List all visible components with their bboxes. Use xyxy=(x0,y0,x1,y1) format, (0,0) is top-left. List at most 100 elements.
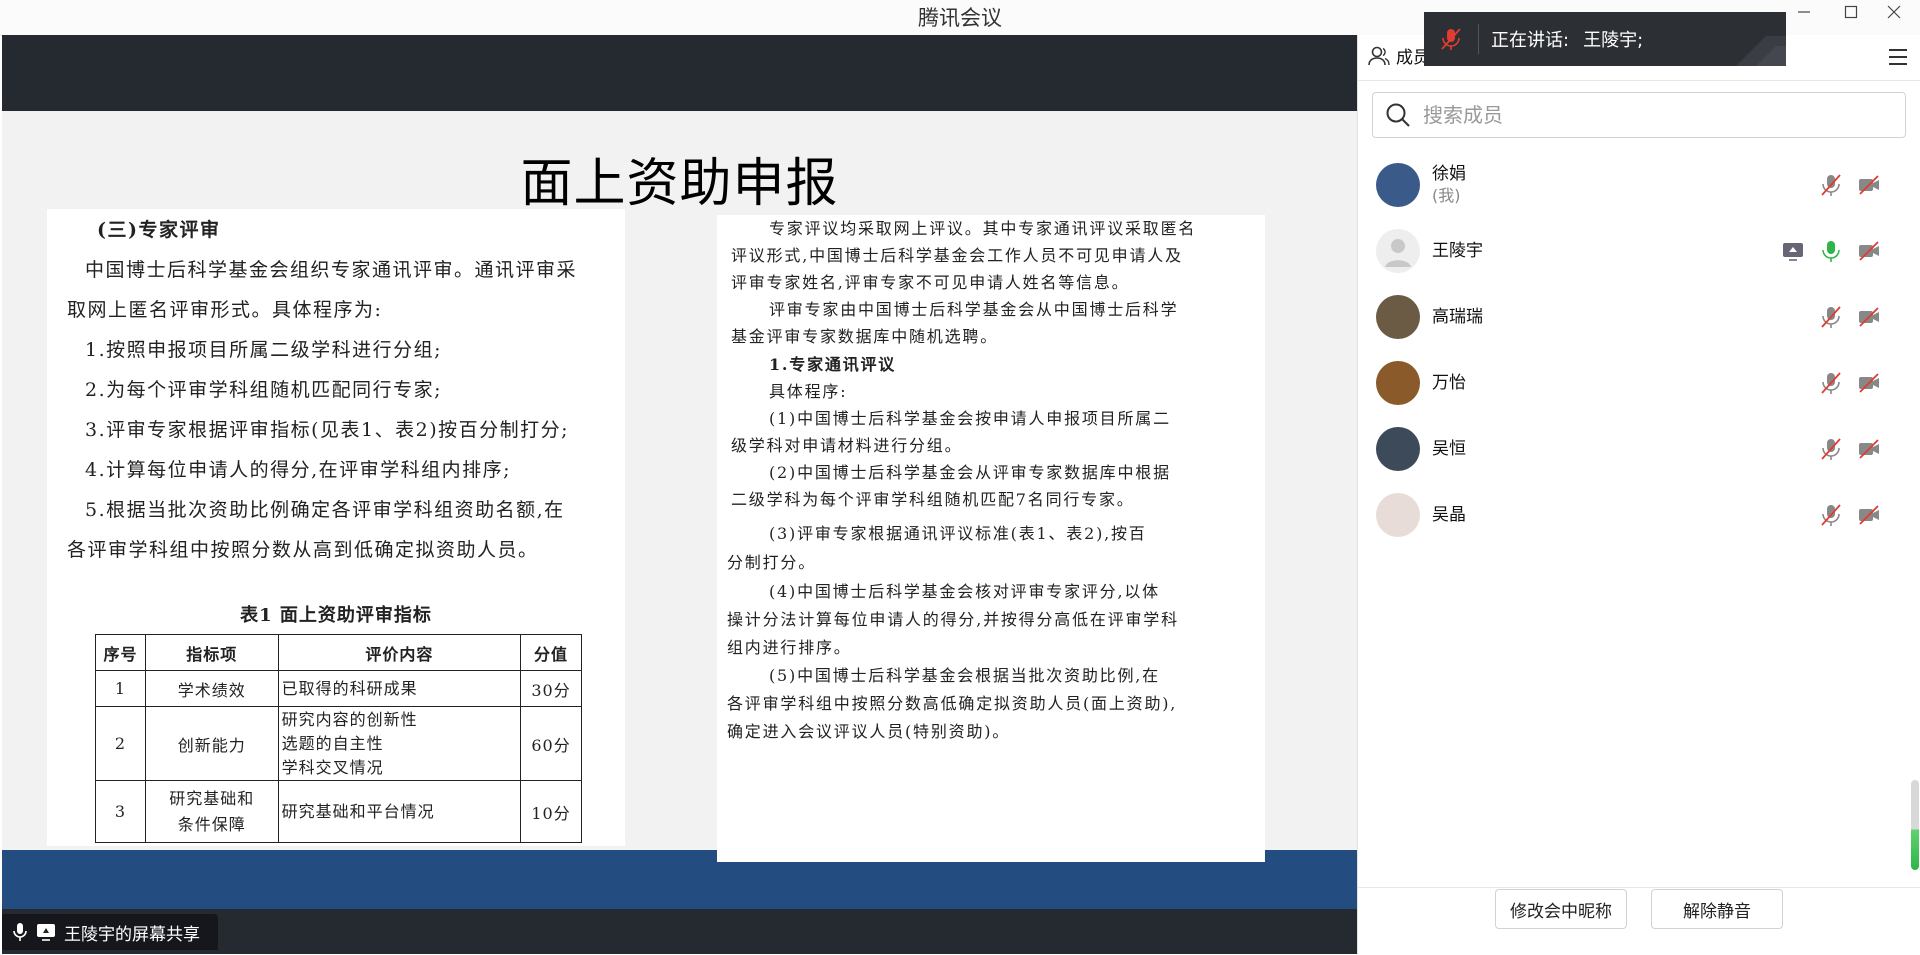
member-row[interactable]: 高瑞瑞 xyxy=(1358,284,1920,350)
member-status-icons xyxy=(1819,437,1881,465)
member-status-icons xyxy=(1819,305,1881,333)
member-status-icons xyxy=(1819,503,1881,531)
rename-button[interactable]: 修改会中昵称 xyxy=(1495,889,1627,929)
minimize-icon xyxy=(1798,11,1810,13)
camera-off-icon[interactable] xyxy=(1857,239,1881,267)
member-name-block: 吴晶 xyxy=(1432,504,1466,526)
camera-off-icon[interactable] xyxy=(1857,437,1881,465)
member-name: 吴晶 xyxy=(1432,505,1466,525)
screen-share-label[interactable]: 王陵宇的屏幕共享 xyxy=(2,914,218,950)
tab-members[interactable]: 成员 xyxy=(1368,43,1430,68)
table-cell: 学术绩效 xyxy=(144,670,279,707)
doc-line: 中国博士后科学基金会组织专家通讯评审。通讯评审采 xyxy=(85,259,578,281)
doc-line: 基金评审专家数据库中随机选聘。 xyxy=(731,327,999,346)
doc-line: 2.为每个评审学科组随机匹配同行专家; xyxy=(85,379,443,401)
maximize-icon xyxy=(1844,5,1858,19)
doc-line: 二级学科为每个评审学科组随机匹配7名同行专家。 xyxy=(731,490,1135,509)
doc-line: 评议形式,中国博士后科学基金会工作人员不可见申请人及 xyxy=(731,246,1183,265)
member-status-icons xyxy=(1781,239,1881,267)
table-cell: 3 xyxy=(95,780,146,843)
table-cell: 2 xyxy=(95,706,146,781)
mic-muted-icon[interactable] xyxy=(1819,173,1843,201)
camera-off-icon[interactable] xyxy=(1857,305,1881,333)
cell-line: 学科交叉情况 xyxy=(281,757,384,777)
doc-line: 操计分法计算每位申请人的得分,并按得分高低在评审学科 xyxy=(727,610,1179,629)
doc-line: 组内进行排序。 xyxy=(727,638,852,657)
member-row[interactable]: 吴恒 xyxy=(1358,416,1920,482)
doc-line: (4)中国博士后科学基金会核对评审专家评分,以体 xyxy=(769,582,1160,601)
mic-muted-icon[interactable] xyxy=(1819,437,1843,465)
member-row[interactable]: 万怡 xyxy=(1358,350,1920,416)
mic-muted-icon[interactable] xyxy=(1819,371,1843,399)
member-name: 高瑞瑞 xyxy=(1432,307,1483,327)
member-status-icons xyxy=(1819,371,1881,399)
microphone-icon xyxy=(13,923,27,941)
doc-line: 各评审学科组中按照分数高低确定拟资助人员(面上资助), xyxy=(727,694,1178,713)
doc-line: (1)中国博士后科学基金会按申请人申报项目所属二 xyxy=(769,409,1171,428)
doc-line: 4.计算每位申请人的得分,在评审学科组内排序; xyxy=(85,459,512,481)
member-search[interactable] xyxy=(1372,92,1906,138)
table-header: 指标项 xyxy=(144,634,279,671)
member-row[interactable]: 徐娟 (我) xyxy=(1358,152,1920,218)
mic-muted-icon[interactable] xyxy=(1819,503,1843,531)
camera-off-icon[interactable] xyxy=(1857,503,1881,531)
member-name: 万怡 xyxy=(1432,373,1466,393)
table-row: 3 研究基础和 条件保障 研究基础和平台情况 10分 xyxy=(95,780,582,843)
mic-active-icon[interactable] xyxy=(1819,239,1843,267)
member-row[interactable]: 王陵宇 xyxy=(1358,218,1920,284)
table-header-row: 序号 指标项 评价内容 分值 xyxy=(95,634,582,671)
member-name-block: 王陵宇 xyxy=(1432,240,1483,262)
member-name-block: 徐娟 (我) xyxy=(1432,163,1466,207)
table-row: 2 创新能力 研究内容的创新性 选题的自主性 学科交叉情况 60分 xyxy=(95,706,582,781)
member-self-tag: (我) xyxy=(1432,186,1461,205)
doc-line: 评审专家姓名,评审专家不可见申请人姓名等信息。 xyxy=(731,273,1130,292)
camera-off-icon[interactable] xyxy=(1857,371,1881,399)
table-header: 序号 xyxy=(95,634,146,671)
doc-line: (3)评审专家根据通讯评议标准(表1、表2),按百 xyxy=(769,524,1147,543)
avatar xyxy=(1376,427,1420,471)
doc-right: 专家评议均采取网上评议。其中专家通讯评议采取匿名 评议形式,中国博士后科学基金会… xyxy=(717,215,1265,862)
maximize-button[interactable] xyxy=(1829,0,1873,24)
cell-line: 研究内容的创新性 xyxy=(281,709,418,729)
avatar xyxy=(1376,361,1420,405)
close-icon xyxy=(1887,5,1901,19)
members-icon xyxy=(1368,46,1390,65)
member-name: 吴恒 xyxy=(1432,439,1466,459)
close-button[interactable] xyxy=(1872,0,1916,24)
doc-line: 各评审学科组中按照分数从高到低确定拟资助人员。 xyxy=(67,539,539,561)
doc-line: 5.根据当批次资助比例确定各评审学科组资助名额,在 xyxy=(85,499,565,521)
search-input[interactable] xyxy=(1421,102,1905,128)
camera-off-icon[interactable] xyxy=(1857,173,1881,201)
member-name-block: 万怡 xyxy=(1432,372,1466,394)
mic-muted-icon xyxy=(1441,28,1461,50)
table-row: 1 学术绩效 已取得的科研成果 30分 xyxy=(95,670,582,707)
mic-muted-icon[interactable] xyxy=(1819,305,1843,333)
table-caption: 表1 面上资助评审指标 xyxy=(240,605,432,626)
minimize-button[interactable] xyxy=(1782,0,1826,24)
doc-line: 评审专家由中国博士后科学基金会从中国博士后科学 xyxy=(769,300,1179,319)
table-cell: 已取得的科研成果 xyxy=(277,670,522,707)
doc-line: 分制打分。 xyxy=(727,553,817,572)
doc-line: 1.专家通讯评议 xyxy=(769,355,897,374)
avatar xyxy=(1376,163,1420,207)
screen-share-icon xyxy=(1781,239,1805,267)
presentation-slide: 面上资助申报 (三)专家评审 中国博士后科学基金会组织专家通讯评审。通讯评审采 … xyxy=(2,111,1357,909)
table-cell: 创新能力 xyxy=(144,706,279,781)
doc-line: 确定进入会议评议人员(特别资助)。 xyxy=(727,722,1011,741)
table-cell: 60分 xyxy=(520,706,582,781)
speaking-name: 王陵宇; xyxy=(1583,30,1644,51)
unmute-button[interactable]: 解除静音 xyxy=(1651,889,1783,929)
avatar xyxy=(1376,229,1420,273)
criteria-table: 序号 指标项 评价内容 分值 1 学术绩效 已取得的科研成果 30分 2 创新能… xyxy=(95,634,582,843)
member-row[interactable]: 吴晶 xyxy=(1358,482,1920,548)
menu-icon[interactable] xyxy=(1887,47,1909,67)
doc-line: 专家评议均采取网上评议。其中专家通讯评议采取匿名 xyxy=(769,219,1197,238)
table-cell: 研究内容的创新性 选题的自主性 学科交叉情况 xyxy=(277,706,522,781)
table-cell: 30分 xyxy=(520,670,582,707)
doc-line: 具体程序: xyxy=(769,382,848,401)
doc-line: 3.评审专家根据评审指标(见表1、表2)按百分制打分; xyxy=(85,419,570,441)
scrollbar[interactable] xyxy=(1911,780,1919,870)
shared-screen[interactable]: 面上资助申报 (三)专家评审 中国博士后科学基金会组织专家通讯评审。通讯评审采 … xyxy=(2,35,1357,954)
speaking-banner: 正在讲话: 王陵宇; xyxy=(1424,12,1786,66)
table-header: 评价内容 xyxy=(277,634,522,671)
